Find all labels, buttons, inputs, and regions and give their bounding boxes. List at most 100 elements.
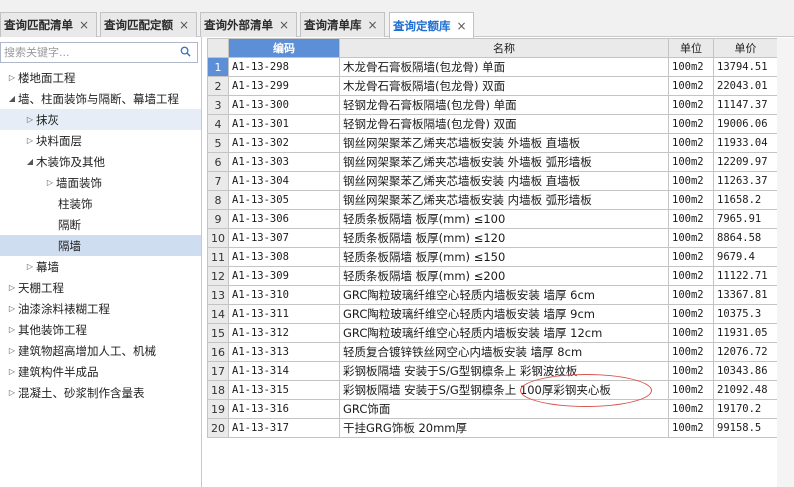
cell-price[interactable]: 11933.04 xyxy=(713,133,778,153)
cell-name[interactable]: 木龙骨石膏板隔墙(包龙骨) 双面 xyxy=(339,76,669,96)
table-row[interactable]: 14 A1-13-311 GRC陶粒玻璃纤维空心轻质内墙板安装 墙厚 9cm 1… xyxy=(207,304,778,324)
cell-unit[interactable]: 100m2 xyxy=(668,266,714,286)
close-icon[interactable]: × xyxy=(457,19,467,33)
cell-price[interactable]: 19006.06 xyxy=(713,114,778,134)
cell-price[interactable]: 13794.51 xyxy=(713,57,778,77)
cell-unit[interactable]: 100m2 xyxy=(668,285,714,305)
cell-price[interactable]: 9679.4 xyxy=(713,247,778,267)
cell-code[interactable]: A1-13-306 xyxy=(228,209,340,229)
cell-name[interactable]: 木龙骨石膏板隔墙(包龙骨) 单面 xyxy=(339,57,669,77)
table-row[interactable]: 19 A1-13-316 GRC饰面 100m2 19170.2 xyxy=(207,399,778,419)
cell-price[interactable]: 11931.05 xyxy=(713,323,778,343)
table-row[interactable]: 10 A1-13-307 轻质条板隔墙 板厚(mm) ≤120 100m2 88… xyxy=(207,228,778,248)
tree-item-floor-works[interactable]: ▷ 楼地面工程 xyxy=(0,67,201,88)
close-icon[interactable]: × xyxy=(79,18,89,32)
cell-name[interactable]: 钢丝网架聚苯乙烯夹芯墙板安装 内墙板 直墙板 xyxy=(339,171,669,191)
column-header-unit[interactable]: 单位 xyxy=(668,38,714,58)
cell-unit[interactable]: 100m2 xyxy=(668,361,714,381)
expand-arrow-icon[interactable]: ▷ xyxy=(6,367,18,376)
table-row[interactable]: 3 A1-13-300 轻钢龙骨石膏板隔墙(包龙骨) 单面 100m2 1114… xyxy=(207,95,778,115)
cell-unit[interactable]: 100m2 xyxy=(668,76,714,96)
cell-price[interactable]: 11263.37 xyxy=(713,171,778,191)
cell-code[interactable]: A1-13-310 xyxy=(228,285,340,305)
cell-code[interactable]: A1-13-305 xyxy=(228,190,340,210)
tree-item-partition-wall[interactable]: 隔墙 xyxy=(0,235,201,256)
tree-item-curtain-wall[interactable]: ▷ 幕墙 xyxy=(0,256,201,277)
tree-item-other-decoration[interactable]: ▷ 其他装饰工程 xyxy=(0,319,201,340)
cell-code[interactable]: A1-13-307 xyxy=(228,228,340,248)
tree-item-wall-column-works[interactable]: ◢ 墙、柱面装饰与隔断、幕墙工程 xyxy=(0,88,201,109)
cell-unit[interactable]: 100m2 xyxy=(668,228,714,248)
table-row[interactable]: 12 A1-13-309 轻质条板隔墙 板厚(mm) ≤200 100m2 11… xyxy=(207,266,778,286)
cell-unit[interactable]: 100m2 xyxy=(668,247,714,267)
cell-code[interactable]: A1-13-315 xyxy=(228,380,340,400)
cell-code[interactable]: A1-13-313 xyxy=(228,342,340,362)
cell-price[interactable]: 11122.71 xyxy=(713,266,778,286)
cell-unit[interactable]: 100m2 xyxy=(668,190,714,210)
cell-unit[interactable]: 100m2 xyxy=(668,399,714,419)
cell-code[interactable]: A1-13-299 xyxy=(228,76,340,96)
column-header-name[interactable]: 名称 xyxy=(339,38,669,58)
close-icon[interactable]: × xyxy=(368,18,378,32)
tree-item-column-decoration[interactable]: 柱装饰 xyxy=(0,193,201,214)
cell-name[interactable]: 钢丝网架聚苯乙烯夹芯墙板安装 外墙板 直墙板 xyxy=(339,133,669,153)
cell-name[interactable]: GRC陶粒玻璃纤维空心轻质内墙板安装 墙厚 9cm xyxy=(339,304,669,324)
tree-item-plastering[interactable]: ▷ 抹灰 xyxy=(0,109,201,130)
cell-code[interactable]: A1-13-300 xyxy=(228,95,340,115)
cell-unit[interactable]: 100m2 xyxy=(668,418,714,438)
cell-name[interactable]: 彩钢板隔墙 安装于S/G型钢檩条上 100厚彩钢夹心板 xyxy=(339,380,669,400)
cell-code[interactable]: A1-13-311 xyxy=(228,304,340,324)
cell-code[interactable]: A1-13-317 xyxy=(228,418,340,438)
cell-price[interactable]: 10343.86 xyxy=(713,361,778,381)
tab-query-quota-library[interactable]: 查询定额库 × xyxy=(389,12,474,38)
cell-name[interactable]: 干挂GRG饰板 20mm厚 xyxy=(339,418,669,438)
cell-unit[interactable]: 100m2 xyxy=(668,114,714,134)
expand-arrow-icon[interactable]: ▷ xyxy=(6,304,18,313)
table-row[interactable]: 1 A1-13-298 木龙骨石膏板隔墙(包龙骨) 单面 100m2 13794… xyxy=(207,57,778,77)
expand-arrow-icon[interactable]: ▷ xyxy=(24,262,36,271)
cell-unit[interactable]: 100m2 xyxy=(668,342,714,362)
cell-name[interactable]: 轻质条板隔墙 板厚(mm) ≤200 xyxy=(339,266,669,286)
tab-query-match-list[interactable]: 查询匹配清单 × xyxy=(0,12,97,37)
search-icon[interactable] xyxy=(180,46,191,57)
cell-price[interactable]: 12209.97 xyxy=(713,152,778,172)
expand-arrow-icon[interactable]: ▷ xyxy=(6,325,18,334)
cell-unit[interactable]: 100m2 xyxy=(668,209,714,229)
cell-name[interactable]: 彩钢板隔墙 安装于S/G型钢檩条上 彩钢波纹板 xyxy=(339,361,669,381)
cell-code[interactable]: A1-13-316 xyxy=(228,399,340,419)
cell-name[interactable]: 轻质复合镀锌铁丝网空心内墙板安装 墙厚 8cm xyxy=(339,342,669,362)
cell-price[interactable]: 13367.81 xyxy=(713,285,778,305)
table-row[interactable]: 20 A1-13-317 干挂GRG饰板 20mm厚 100m2 99158.5 xyxy=(207,418,778,438)
table-row[interactable]: 13 A1-13-310 GRC陶粒玻璃纤维空心轻质内墙板安装 墙厚 6cm 1… xyxy=(207,285,778,305)
expand-arrow-icon[interactable]: ▷ xyxy=(6,346,18,355)
expand-arrow-icon[interactable]: ▷ xyxy=(6,283,18,292)
cell-code[interactable]: A1-13-309 xyxy=(228,266,340,286)
cell-unit[interactable]: 100m2 xyxy=(668,304,714,324)
collapse-arrow-icon[interactable]: ◢ xyxy=(6,94,18,103)
cell-name[interactable]: 轻质条板隔墙 板厚(mm) ≤150 xyxy=(339,247,669,267)
column-header-price[interactable]: 单价 xyxy=(713,38,778,58)
cell-name[interactable]: GRC陶粒玻璃纤维空心轻质内墙板安装 墙厚 6cm xyxy=(339,285,669,305)
cell-name[interactable]: 轻质条板隔墙 板厚(mm) ≤100 xyxy=(339,209,669,229)
tree-item-wall-decoration[interactable]: ▷ 墙面装饰 xyxy=(0,172,201,193)
cell-price[interactable]: 8864.58 xyxy=(713,228,778,248)
cell-price[interactable]: 10375.3 xyxy=(713,304,778,324)
cell-price[interactable]: 99158.5 xyxy=(713,418,778,438)
cell-code[interactable]: A1-13-312 xyxy=(228,323,340,343)
tree-item-wood-decoration[interactable]: ◢ 木装饰及其他 xyxy=(0,151,201,172)
cell-unit[interactable]: 100m2 xyxy=(668,57,714,77)
cell-name[interactable]: 钢丝网架聚苯乙烯夹芯墙板安装 内墙板 弧形墙板 xyxy=(339,190,669,210)
table-row[interactable]: 2 A1-13-299 木龙骨石膏板隔墙(包龙骨) 双面 100m2 22043… xyxy=(207,76,778,96)
table-row[interactable]: 15 A1-13-312 GRC陶粒玻璃纤维空心轻质内墙板安装 墙厚 12cm … xyxy=(207,323,778,343)
cell-code[interactable]: A1-13-303 xyxy=(228,152,340,172)
tab-query-external-list[interactable]: 查询外部清单 × xyxy=(200,12,297,37)
expand-arrow-icon[interactable]: ▷ xyxy=(44,178,56,187)
cell-code[interactable]: A1-13-308 xyxy=(228,247,340,267)
cell-name[interactable]: 轻质条板隔墙 板厚(mm) ≤120 xyxy=(339,228,669,248)
table-row[interactable]: 9 A1-13-306 轻质条板隔墙 板厚(mm) ≤100 100m2 796… xyxy=(207,209,778,229)
cell-unit[interactable]: 100m2 xyxy=(668,95,714,115)
cell-name[interactable]: GRC陶粒玻璃纤维空心轻质内墙板安装 墙厚 12cm xyxy=(339,323,669,343)
table-row[interactable]: 16 A1-13-313 轻质复合镀锌铁丝网空心内墙板安装 墙厚 8cm 100… xyxy=(207,342,778,362)
cell-price[interactable]: 11147.37 xyxy=(713,95,778,115)
table-row[interactable]: 6 A1-13-303 钢丝网架聚苯乙烯夹芯墙板安装 外墙板 弧形墙板 100m… xyxy=(207,152,778,172)
